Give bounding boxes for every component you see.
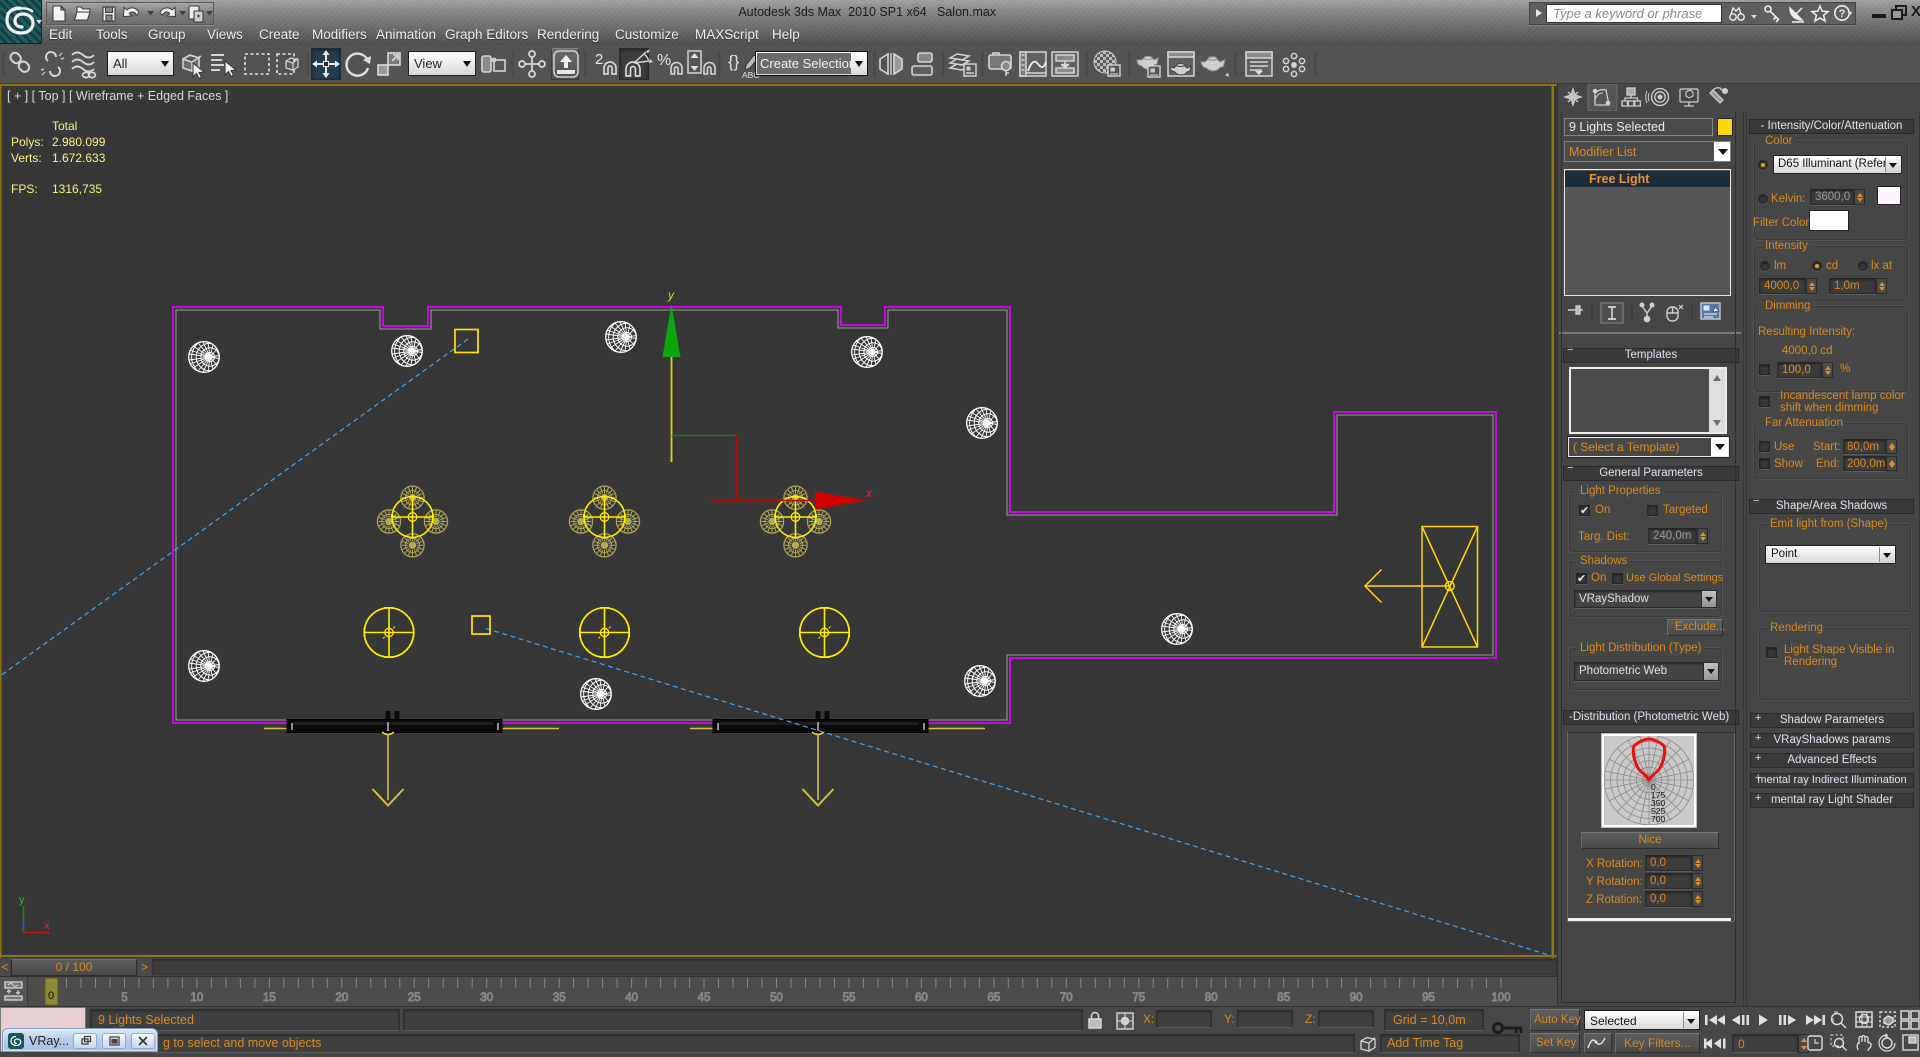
svg-text:40: 40 xyxy=(625,992,638,1004)
svg-text:75: 75 xyxy=(1132,992,1145,1004)
svg-text:30: 30 xyxy=(480,992,493,1004)
svg-text:10: 10 xyxy=(191,992,204,1004)
svg-text:2.980.099: 2.980.099 xyxy=(52,135,106,149)
svg-text:25: 25 xyxy=(408,992,421,1004)
svg-text:80: 80 xyxy=(1205,992,1218,1004)
svg-text:1316,735: 1316,735 xyxy=(52,182,102,196)
svg-text:70: 70 xyxy=(1060,992,1073,1004)
svg-text:15: 15 xyxy=(263,992,276,1004)
svg-text:95: 95 xyxy=(1422,992,1435,1004)
svg-text:2: 2 xyxy=(595,51,603,68)
svg-text:Verts:: Verts: xyxy=(11,151,42,165)
svg-text:FPS:: FPS: xyxy=(11,182,38,196)
svg-text:x: x xyxy=(44,920,50,932)
svg-text:?: ? xyxy=(1839,8,1846,20)
svg-text:z: z xyxy=(20,921,26,933)
svg-text:85: 85 xyxy=(1277,992,1290,1004)
svg-text:20: 20 xyxy=(335,992,348,1004)
svg-text:%: % xyxy=(657,52,671,69)
svg-text:Total: Total xyxy=(52,119,77,133)
svg-text:y: y xyxy=(19,894,25,906)
svg-text:1.672.633: 1.672.633 xyxy=(52,151,106,165)
svg-text:{}: {} xyxy=(728,52,740,71)
svg-text:60: 60 xyxy=(915,992,928,1004)
svg-text:0: 0 xyxy=(48,990,54,1002)
svg-text:35: 35 xyxy=(553,992,566,1004)
svg-text:y: y xyxy=(667,288,675,302)
svg-text:[ + ] [ Top ] [ Wireframe + Ed: [ + ] [ Top ] [ Wireframe + Edged Faces … xyxy=(7,89,228,103)
svg-text:50: 50 xyxy=(770,992,783,1004)
svg-text:700: 700 xyxy=(1651,814,1665,824)
svg-text:90: 90 xyxy=(1350,992,1363,1004)
svg-text:x: x xyxy=(865,486,873,500)
svg-text:45: 45 xyxy=(698,992,711,1004)
svg-text:5: 5 xyxy=(121,992,127,1004)
svg-text:100: 100 xyxy=(1491,992,1510,1004)
svg-text:Polys:: Polys: xyxy=(11,135,44,149)
svg-text:65: 65 xyxy=(988,992,1001,1004)
svg-text:55: 55 xyxy=(843,992,856,1004)
